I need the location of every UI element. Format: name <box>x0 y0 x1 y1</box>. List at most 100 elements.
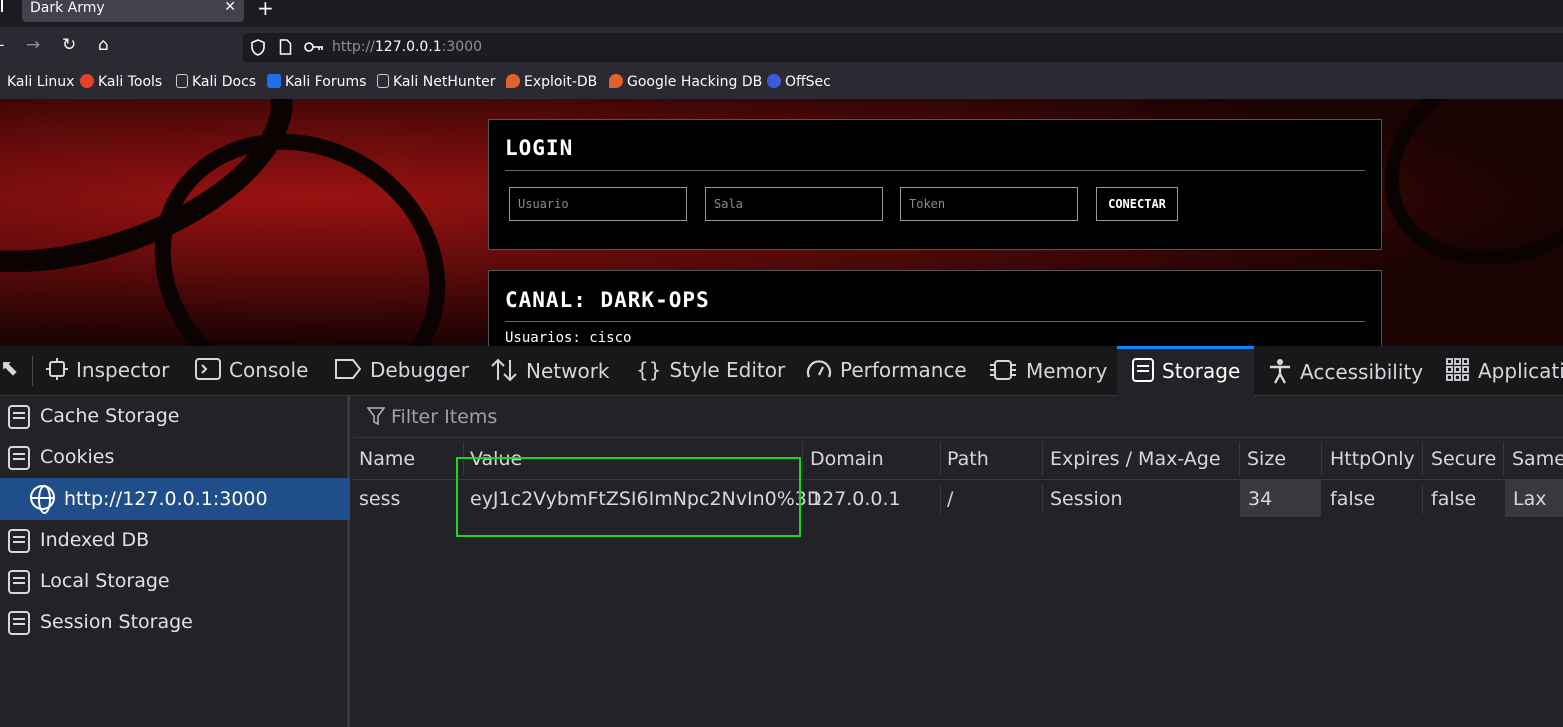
column-header-httponly[interactable]: HttpOnly <box>1330 448 1415 470</box>
tab-memory[interactable]: Memory <box>988 346 1107 396</box>
new-tab-button[interactable]: + <box>257 0 274 20</box>
kali-nethunter-icon <box>377 74 389 88</box>
token-input[interactable] <box>900 187 1078 221</box>
tab-label: Network <box>526 359 610 383</box>
bookmark-label: Google Hacking DB <box>627 74 763 90</box>
storage-icon <box>8 611 30 635</box>
storage-table-panel: Name Value Domain Path Expires / Max-Age… <box>353 396 1563 727</box>
room-input[interactable] <box>705 187 883 221</box>
column-separator[interactable] <box>1042 442 1043 476</box>
page-icon[interactable] <box>279 39 292 55</box>
column-header-size[interactable]: Size <box>1247 448 1286 470</box>
connect-button[interactable]: CONECTAR <box>1096 187 1178 221</box>
storage-icon <box>8 529 30 553</box>
devtools-toolbar: ⬉ Inspector Console Debugger Network {} S… <box>0 346 1563 396</box>
close-tab-icon[interactable]: ✕ <box>224 0 236 15</box>
tab-label: Accessibility <box>1300 360 1424 384</box>
column-header-samesite[interactable]: SameS <box>1512 448 1563 470</box>
channel-title: CANAL: DARK-OPS <box>505 288 710 312</box>
column-separator[interactable] <box>1239 442 1240 476</box>
channel-users: Usuarios: cisco <box>505 330 632 346</box>
bookmark-kali-linux[interactable]: Kali Linux <box>7 74 74 90</box>
tab-storage[interactable]: Storage <box>1117 346 1255 396</box>
column-separator[interactable] <box>940 442 941 476</box>
column-separator[interactable] <box>1503 442 1504 476</box>
column-separator[interactable] <box>1321 442 1322 476</box>
cell-samesite[interactable]: Lax <box>1513 488 1546 510</box>
tree-item-cookies[interactable]: Cookies <box>0 438 350 476</box>
tree-item-label: Cookies <box>40 446 115 468</box>
column-header-domain[interactable]: Domain <box>810 448 884 470</box>
google-hacking-db-icon <box>609 74 623 88</box>
tab-label: Style Editor <box>669 358 786 382</box>
bookmark-label: Kali Linux <box>7 74 75 90</box>
cell-size[interactable]: 34 <box>1248 488 1272 510</box>
tab-application[interactable]: Applicati <box>1446 346 1563 396</box>
shield-icon[interactable] <box>250 39 266 56</box>
bookmark-label: Exploit-DB <box>524 74 598 90</box>
bookmark-google-hacking-db[interactable]: Google Hacking DB <box>609 74 762 90</box>
bookmark-kali-docs[interactable]: Kali Docs <box>176 74 256 90</box>
tree-item-label: Session Storage <box>40 611 193 633</box>
forward-icon[interactable]: → <box>26 35 40 55</box>
filter-icon <box>367 407 385 426</box>
home-icon[interactable]: ⌂ <box>98 35 109 55</box>
tab-label: Applicati <box>1478 359 1563 383</box>
kali-forums-icon <box>267 74 281 88</box>
tab-inspector[interactable]: Inspector <box>46 346 169 396</box>
url-text[interactable]: http://127.0.0.1:3000 <box>332 39 482 55</box>
cell-domain[interactable]: 127.0.0.1 <box>810 488 901 510</box>
network-icon <box>491 358 517 382</box>
cell-name[interactable]: sess <box>359 488 400 510</box>
column-header-name[interactable]: Name <box>359 448 415 470</box>
column-header-expires[interactable]: Expires / Max-Age <box>1050 448 1221 470</box>
url-host: 127.0.0.1 <box>374 39 442 55</box>
element-picker-icon[interactable]: ⬉ <box>0 356 18 381</box>
cell-secure[interactable]: false <box>1431 488 1476 510</box>
filter-items-input[interactable] <box>391 402 991 432</box>
toolbar-separator <box>32 356 33 386</box>
tree-item-cache-storage[interactable]: Cache Storage <box>0 397 350 435</box>
tab-network[interactable]: Network <box>490 346 610 396</box>
exploit-db-icon <box>506 74 520 88</box>
performance-icon <box>806 360 832 378</box>
tab-performance[interactable]: Performance <box>806 346 967 396</box>
tab-debugger[interactable]: Debugger <box>334 346 469 396</box>
cell-path[interactable]: / <box>947 488 953 510</box>
tab-style-editor[interactable]: {} Style Editor <box>636 346 785 396</box>
column-header-path[interactable]: Path <box>947 448 989 470</box>
bookmark-kali-forums[interactable]: Kali Forums <box>267 74 366 90</box>
tree-item-label: http://127.0.0.1:3000 <box>64 488 268 510</box>
tab-console[interactable]: Console <box>195 346 308 396</box>
key-icon[interactable] <box>304 41 324 53</box>
cell-httponly[interactable]: false <box>1330 488 1375 510</box>
tree-item-cookies-host[interactable]: http://127.0.0.1:3000 <box>0 478 350 520</box>
tree-item-session-storage[interactable]: Session Storage <box>0 603 350 641</box>
tab-label: Storage <box>1162 359 1241 383</box>
back-icon[interactable]: – <box>0 35 5 55</box>
bookmark-offsec[interactable]: OffSec <box>767 74 831 90</box>
tab-accessibility[interactable]: Accessibility <box>1268 346 1423 396</box>
globe-icon <box>30 485 55 514</box>
tree-item-local-storage[interactable]: Local Storage <box>0 562 350 600</box>
kali-docs-icon <box>176 74 188 88</box>
bookmark-kali-nethunter[interactable]: Kali NetHunter <box>377 74 495 90</box>
bookmark-kali-tools[interactable]: Kali Tools <box>80 74 162 90</box>
tab-title: Dark Army <box>30 0 105 16</box>
tree-item-indexed-db[interactable]: Indexed DB <box>0 521 350 559</box>
console-icon <box>195 358 221 380</box>
accessibility-icon <box>1270 359 1290 384</box>
browser-tab[interactable]: Dark Army ✕ <box>22 0 244 22</box>
cell-expires[interactable]: Session <box>1050 488 1123 510</box>
bookmark-exploit-db[interactable]: Exploit-DB <box>506 74 597 90</box>
username-input[interactable] <box>509 187 687 221</box>
storage-icon <box>1132 358 1154 382</box>
column-separator[interactable] <box>1422 442 1423 476</box>
bookmark-label: Kali Tools <box>98 74 163 90</box>
column-header-secure[interactable]: Secure <box>1431 448 1496 470</box>
url-bar[interactable]: http://127.0.0.1:3000 <box>243 33 1563 62</box>
storage-tree: Cache Storage Cookies http://127.0.0.1:3… <box>0 396 350 727</box>
reload-icon[interactable]: ↻ <box>62 35 76 55</box>
tab-label: Memory <box>1026 359 1108 383</box>
column-separator[interactable] <box>802 442 803 476</box>
